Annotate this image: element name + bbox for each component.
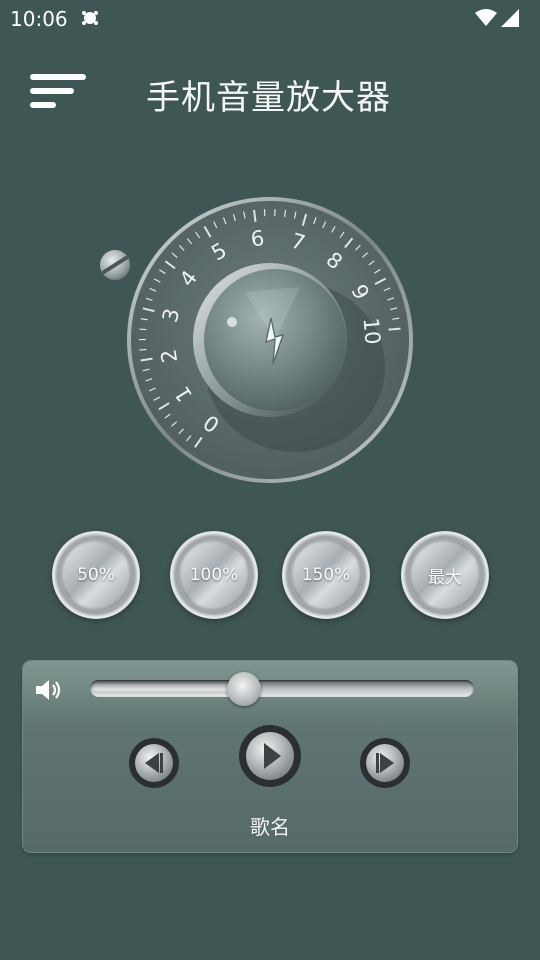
- menu-icon[interactable]: [30, 72, 88, 112]
- knob-tick: [139, 348, 147, 351]
- app-notification-icon: [82, 11, 98, 25]
- knob-scale-label: 10: [358, 317, 384, 346]
- knob-tick: [284, 209, 287, 217]
- seek-bar-fill: [93, 684, 244, 693]
- knob-indicator-dot: [227, 317, 237, 327]
- preset-max-button[interactable]: 最大: [401, 531, 489, 619]
- speaker-icon: [36, 680, 61, 700]
- preset-50-label: 50%: [77, 565, 115, 585]
- seek-bar[interactable]: [90, 672, 474, 706]
- play-button[interactable]: [238, 724, 302, 788]
- preset-150-label: 150%: [301, 565, 351, 585]
- seek-bar-thumb[interactable]: [227, 672, 261, 706]
- status-time: 10:06: [10, 7, 68, 31]
- previous-button[interactable]: [128, 737, 180, 789]
- knob-tick: [388, 327, 401, 331]
- song-name: 歌名: [250, 815, 290, 839]
- volume-knob[interactable]: 012345 6 78910: [95, 192, 435, 502]
- preset-100-label: 100%: [189, 565, 239, 585]
- page-title: 手机音量放大器: [146, 78, 391, 118]
- status-bar: 10:06: [0, 0, 540, 36]
- preset-50-button[interactable]: 50%: [52, 531, 140, 619]
- preset-100-button[interactable]: 100%: [170, 531, 258, 619]
- next-button[interactable]: [359, 737, 411, 789]
- signal-icon: [501, 9, 519, 27]
- preset-150-button[interactable]: 150%: [282, 531, 370, 619]
- player-panel: 歌名: [23, 661, 517, 852]
- wifi-icon: [475, 9, 497, 26]
- knob-tick: [139, 328, 147, 331]
- preset-max-label: 最大: [428, 567, 462, 588]
